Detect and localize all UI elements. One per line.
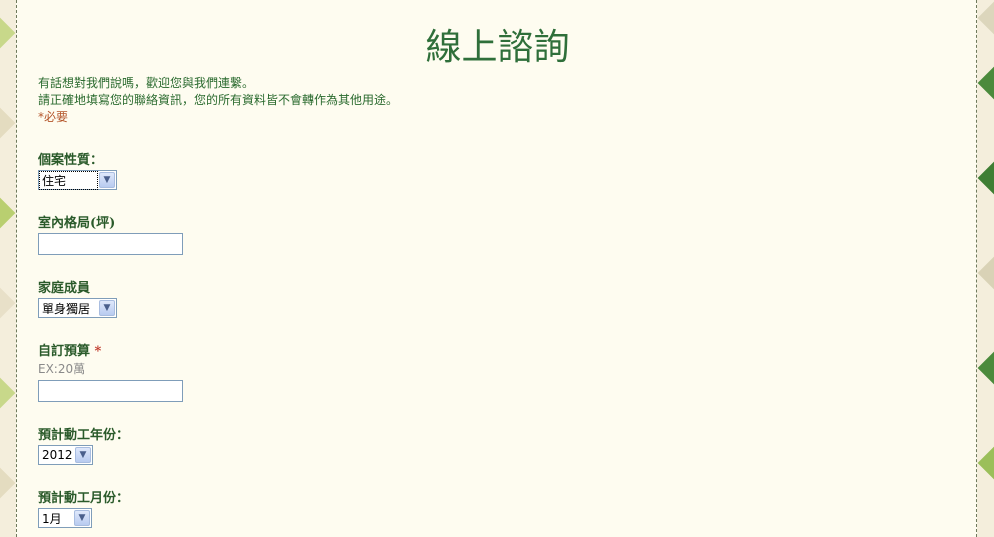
chevron-down-icon[interactable]: ▼: [74, 510, 90, 526]
chevron-down-icon[interactable]: ▼: [99, 172, 115, 188]
form-panel: 線上諮詢 有話想對我們說嗎，歡迎您與我們連繫。 請正確地填寫您的聯絡資訊，您的所…: [16, 0, 977, 537]
month-label: 預計動工月份：: [38, 491, 130, 506]
year-select[interactable]: 2012 ▼: [38, 445, 93, 465]
page-title: 線上諮詢: [425, 27, 570, 68]
required-star: *: [94, 344, 102, 359]
budget-label-text: 自訂預算: [38, 344, 91, 359]
family-select[interactable]: 單身獨居 ▼: [38, 298, 117, 318]
family-label: 家庭成員: [38, 281, 91, 296]
chevron-down-icon[interactable]: ▼: [99, 300, 115, 316]
intro-line-1: 有話想對我們說嗎，歡迎您與我們連繫。: [38, 76, 255, 90]
year-label: 預計動工年份：: [38, 428, 130, 443]
required-note: *必要: [38, 110, 69, 124]
family-value: 單身獨居: [42, 301, 91, 316]
layout-label: 室內格局(坪): [38, 216, 116, 231]
chevron-down-icon[interactable]: ▼: [75, 447, 91, 463]
year-value: 2012: [42, 448, 73, 462]
case-type-select[interactable]: 住宅 ▼: [38, 170, 117, 190]
right-argyle-decoration: [977, 0, 994, 537]
layout-input[interactable]: [38, 233, 183, 255]
month-value: 1月: [42, 511, 62, 526]
case-type-label: 個案性質：: [38, 153, 104, 168]
intro-line-2: 請正確地填寫您的聯絡資訊，您的所有資料皆不會轉作為其他用途。: [38, 93, 399, 107]
budget-input[interactable]: [38, 380, 183, 402]
month-select[interactable]: 1月 ▼: [38, 508, 92, 528]
left-argyle-decoration: [0, 0, 16, 537]
intro-text: 有話想對我們說嗎，歡迎您與我們連繫。 請正確地填寫您的聯絡資訊，您的所有資料皆不…: [38, 75, 398, 126]
case-type-value: 住宅: [39, 170, 98, 190]
budget-hint: EX:20萬: [38, 362, 86, 376]
budget-label: 自訂預算 *: [38, 340, 101, 359]
